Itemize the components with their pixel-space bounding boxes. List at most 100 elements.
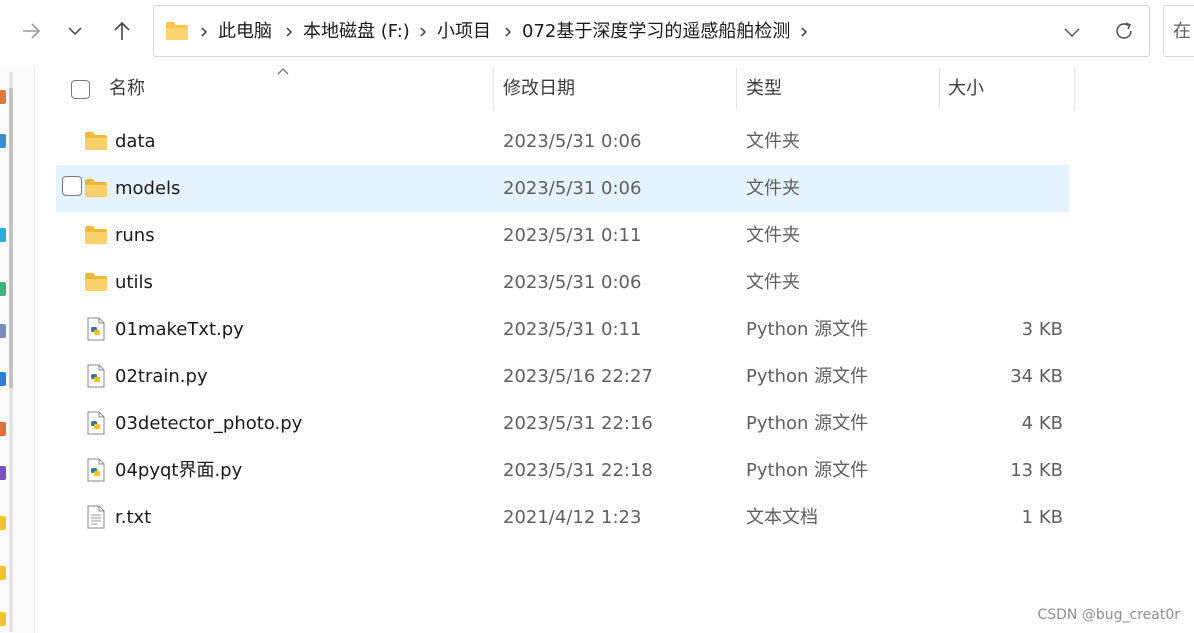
breadcrumb-separator[interactable]	[799, 6, 809, 58]
python-file-icon	[87, 364, 105, 388]
file-name: models	[115, 178, 181, 199]
folder-icon	[85, 226, 107, 244]
file-name: 02train.py	[115, 366, 208, 387]
file-row[interactable]: 03detector_photo.py 2023/5/31 22:16 Python…	[56, 400, 1069, 447]
file-type: 文件夹	[746, 272, 800, 293]
file-modified-date: 2023/5/31 22:18	[503, 460, 653, 481]
chevron-down-icon	[68, 27, 82, 36]
column-header-row: 名称 修改日期 类型 大小	[56, 66, 1076, 112]
breadcrumb-separator	[284, 6, 294, 58]
file-list: data 2023/5/31 0:06 文件夹 models 2023/5/31 0:…	[56, 118, 1069, 541]
file-modified-date: 2023/5/31 0:06	[503, 131, 642, 152]
file-type: Python 源文件	[746, 366, 869, 387]
nav-item-icon[interactable]	[0, 466, 6, 480]
chevron-down-icon[interactable]	[1063, 23, 1081, 41]
nav-item-icon[interactable]	[0, 324, 6, 338]
up-button[interactable]	[105, 14, 139, 48]
chevron-right-icon	[505, 27, 511, 37]
file-size: 34 KB	[1010, 366, 1063, 387]
arrow-right-icon	[23, 23, 41, 39]
breadcrumb-local-disk[interactable]: 本地磁盘 (F:)	[303, 6, 410, 58]
breadcrumb-this-pc[interactable]: 此电脑	[218, 6, 272, 58]
column-header-size[interactable]: 大小	[948, 66, 984, 112]
file-size: 4 KB	[1021, 413, 1063, 434]
column-divider[interactable]	[736, 68, 737, 110]
file-row[interactable]: 01makeTxt.py 2023/5/31 0:11 Python 源文件 3 KB	[56, 306, 1069, 353]
address-bar[interactable]: 此电脑 本地磁盘 (F:) 小项目 072基于深度学习的遥感船舶检测	[153, 5, 1150, 57]
navigation-pane	[0, 66, 35, 633]
file-type: Python 源文件	[746, 413, 869, 434]
file-row[interactable]: data 2023/5/31 0:06 文件夹	[56, 118, 1069, 165]
nav-item-icon[interactable]	[0, 282, 6, 296]
file-row[interactable]: 02train.py 2023/5/16 22:27 Python 源文件 34 KB	[56, 353, 1069, 400]
nav-item-icon[interactable]	[0, 134, 6, 148]
file-type: 文本文档	[746, 507, 818, 528]
file-row[interactable]: models 2023/5/31 0:06 文件夹	[56, 165, 1069, 212]
file-size: 13 KB	[1010, 460, 1063, 481]
chevron-right-icon	[286, 27, 292, 37]
file-row[interactable]: 04pyqt界面.py 2023/5/31 22:18 Python 源文件 13 K…	[56, 447, 1069, 494]
file-modified-date: 2023/5/31 0:06	[503, 272, 642, 293]
python-file-icon	[87, 411, 105, 435]
file-name: data	[115, 131, 156, 152]
folder-icon	[166, 22, 188, 40]
file-modified-date: 2021/4/12 1:23	[503, 507, 642, 528]
file-row[interactable]: r.txt 2021/4/12 1:23 文本文档 1 KB	[56, 494, 1069, 541]
search-input[interactable]: 在	[1163, 5, 1194, 57]
file-name: r.txt	[115, 507, 152, 528]
watermark: CSDN @bug_creat0r	[1037, 607, 1180, 623]
python-file-icon	[87, 458, 105, 482]
file-size: 3 KB	[1021, 319, 1063, 340]
nav-item-icon[interactable]	[0, 566, 6, 580]
chevron-right-icon	[801, 27, 807, 37]
toolbar: 此电脑 本地磁盘 (F:) 小项目 072基于深度学习的遥感船舶检测 在	[0, 0, 1194, 66]
refresh-icon[interactable]	[1113, 20, 1135, 42]
file-modified-date: 2023/5/16 22:27	[503, 366, 653, 387]
nav-item-icon[interactable]	[0, 228, 6, 242]
folder-icon	[85, 132, 107, 150]
text-file-icon	[87, 505, 105, 529]
file-row[interactable]: runs 2023/5/31 0:11 文件夹	[56, 212, 1069, 259]
file-size: 1 KB	[1021, 507, 1063, 528]
file-name: utils	[115, 272, 153, 293]
nav-item-icon[interactable]	[0, 90, 6, 104]
column-divider[interactable]	[1074, 68, 1075, 110]
file-modified-date: 2023/5/31 0:11	[503, 319, 642, 340]
recent-locations-button[interactable]	[58, 14, 92, 48]
row-checkbox[interactable]	[62, 176, 82, 196]
file-type: 文件夹	[746, 225, 800, 246]
arrow-up-icon	[114, 21, 130, 40]
file-type: Python 源文件	[746, 319, 869, 340]
chevron-right-icon	[420, 27, 426, 37]
file-name: 03detector_photo.py	[115, 413, 303, 434]
chevron-right-icon	[201, 27, 207, 37]
file-modified-date: 2023/5/31 0:11	[503, 225, 642, 246]
column-header-type[interactable]: 类型	[746, 66, 782, 112]
folder-icon	[85, 273, 107, 291]
file-row[interactable]: utils 2023/5/31 0:06 文件夹	[56, 259, 1069, 306]
file-modified-date: 2023/5/31 0:06	[503, 178, 642, 199]
file-modified-date: 2023/5/31 22:16	[503, 413, 653, 434]
python-file-icon	[87, 317, 105, 341]
breadcrumb-current-folder[interactable]: 072基于深度学习的遥感船舶检测	[522, 6, 790, 58]
scrollbar-thumb[interactable]	[9, 88, 13, 388]
breadcrumb-separator	[503, 6, 513, 58]
column-divider[interactable]	[493, 68, 494, 110]
file-name: 04pyqt界面.py	[115, 460, 243, 481]
search-placeholder: 在	[1173, 21, 1191, 42]
nav-item-icon[interactable]	[0, 372, 6, 386]
column-header-name[interactable]: 名称	[109, 66, 145, 112]
folder-icon	[85, 179, 107, 197]
forward-button[interactable]	[14, 14, 48, 48]
column-header-date[interactable]: 修改日期	[503, 66, 575, 112]
nav-item-icon[interactable]	[0, 422, 6, 436]
nav-item-icon[interactable]	[0, 612, 6, 626]
file-name: 01makeTxt.py	[115, 319, 244, 340]
file-type: 文件夹	[746, 178, 800, 199]
breadcrumb-separator	[418, 6, 428, 58]
file-type: 文件夹	[746, 131, 800, 152]
nav-item-icon[interactable]	[0, 516, 6, 530]
breadcrumb-small-projects[interactable]: 小项目	[437, 6, 491, 58]
breadcrumb-separator	[199, 6, 209, 58]
column-divider[interactable]	[939, 68, 940, 110]
